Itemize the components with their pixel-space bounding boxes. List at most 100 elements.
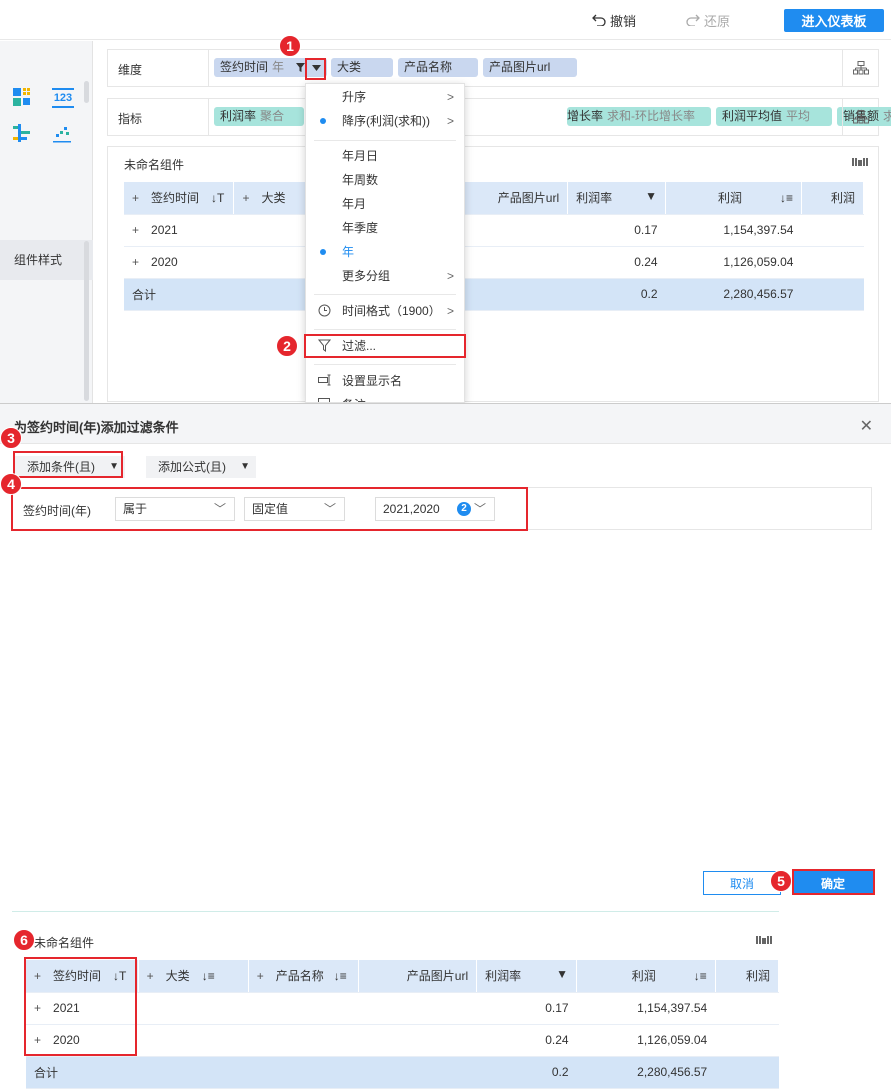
table-header-row: + 签约时间 ↓T + 大类 产品图片url 利润率 ▼ 利润 ↓≡ 利润 <box>124 182 865 215</box>
dim-chip-product-name[interactable]: 产品名称 <box>398 58 478 77</box>
dim-chip-category[interactable]: 大类 <box>331 58 393 77</box>
caret-down-icon[interactable]: ▼ <box>556 967 568 981</box>
col-header-image-url[interactable]: 产品图片url <box>358 960 478 993</box>
metric-chip-growth-rate[interactable]: 增长率 求和-环比增长率 <box>567 107 711 126</box>
menu-item-year-week[interactable]: 年周数 <box>306 168 464 192</box>
component-title: 未命名组件 <box>124 158 185 172</box>
menu-item-remark[interactable]: 备注 <box>306 393 464 402</box>
metric-drop-area[interactable]: 利润率聚合 增长率求和-环比增长率 利润平均值平均 销售额求和 <box>208 99 891 135</box>
menu-item-year[interactable]: 年 <box>306 240 464 264</box>
top-toolbar: 撤销 还原 进入仪表板 <box>0 0 891 40</box>
annotation-badge-5: 5 <box>770 870 792 892</box>
hierarchy-icon <box>852 110 869 124</box>
grid-table-icon[interactable] <box>12 87 32 107</box>
expand-icon[interactable]: + <box>132 223 139 237</box>
header-text: 大类 <box>261 191 286 206</box>
undo-label: 撤销 <box>610 13 637 29</box>
menu-item-ymd[interactable]: 年月日 <box>306 144 464 168</box>
hierarchy-icon <box>852 61 869 75</box>
caret-down-icon[interactable]: ▼ <box>645 189 657 203</box>
bar-group-icon[interactable] <box>12 123 32 143</box>
col-header-profit-rate[interactable]: 利润率 ▼ <box>476 960 578 993</box>
sort-icon[interactable]: ↓T <box>211 191 224 205</box>
col-header-profit-2[interactable]: 利润 <box>801 182 865 215</box>
number-kpi-icon[interactable]: 123 <box>52 88 74 108</box>
sort-desc-icon[interactable]: ↓≡ <box>694 969 707 983</box>
menu-item-ascending[interactable]: 升序 > <box>306 85 464 109</box>
cell-text: 2021 <box>151 223 178 237</box>
dialog-title: 为签约时间(年)添加过滤条件 <box>14 420 179 435</box>
sort-desc-icon[interactable]: ↓≡ <box>780 191 793 205</box>
chart-resize-icon[interactable] <box>756 935 772 945</box>
col-header-sign-time[interactable]: + 签约时间 ↓T <box>124 182 235 215</box>
cell-empty <box>248 992 359 1025</box>
header-text: 利润 <box>631 969 656 984</box>
expand-icon[interactable]: + <box>147 969 154 983</box>
menu-label: 时间格式（1900） <box>342 304 441 318</box>
header-text: 利润率 <box>485 969 522 984</box>
annotation-box-1 <box>305 58 326 80</box>
cell-profit: 1,126,059.04 <box>665 246 802 279</box>
menu-item-descending[interactable]: 降序(利润(求和)) > <box>306 109 464 133</box>
add-formula-button[interactable]: 添加公式(且) ▼ <box>146 456 256 478</box>
enter-dashboard-button[interactable]: 进入仪表板 <box>784 9 884 32</box>
menu-item-time-format[interactable]: 时间格式（1900） > <box>306 299 464 323</box>
cell-empty <box>138 1024 249 1057</box>
expand-icon[interactable]: + <box>132 255 139 269</box>
cell-profit: 1,126,059.04 <box>576 1024 716 1057</box>
table-row: +2021 0.17 1,154,397.54 <box>26 992 779 1025</box>
expand-icon[interactable]: + <box>132 191 139 205</box>
component-style-tab[interactable]: 组件样式 <box>0 240 93 280</box>
menu-item-display-name[interactable]: 设置显示名 <box>306 369 464 393</box>
annotation-badge-2: 2 <box>276 335 298 357</box>
header-text: 产品名称 <box>275 969 324 984</box>
left-panel: 123 组件样式 <box>0 41 93 403</box>
cell-profit: 1,154,397.54 <box>665 214 802 247</box>
col-header-profit-2[interactable]: 利润 <box>715 960 780 993</box>
redo-button[interactable]: 还原 <box>686 11 730 29</box>
annotation-box-2 <box>304 334 466 358</box>
close-icon[interactable]: ✕ <box>860 416 873 436</box>
chart-type-scrollbar[interactable] <box>84 81 89 103</box>
header-text: 产品图片url <box>406 969 469 984</box>
dimension-drop-area[interactable]: 签约时间年 大类 产品名称 产品图片url <box>208 50 844 86</box>
col-header-category[interactable]: + 大类 <box>233 182 307 215</box>
col-header-product-name[interactable]: + 产品名称 ↓≡ <box>248 960 359 993</box>
header-text: 签约时间 <box>151 191 200 206</box>
col-header-profit[interactable]: 利润 ↓≡ <box>576 960 716 993</box>
menu-item-year-month[interactable]: 年月 <box>306 192 464 216</box>
metric-chip-profit-rate[interactable]: 利润率 聚合 <box>214 107 304 126</box>
header-text: 利润 <box>745 969 770 984</box>
metric-settings[interactable] <box>842 99 878 135</box>
annotation-badge-3: 3 <box>0 427 22 449</box>
annotation-box-6 <box>24 957 137 1056</box>
sort-desc-icon[interactable]: ↓≡ <box>202 969 215 983</box>
header-text: 大类 <box>165 969 190 984</box>
dim-chip-product-image-url[interactable]: 产品图片url <box>483 58 577 77</box>
chip-sub: 求和 <box>883 109 891 123</box>
dimension-settings[interactable] <box>842 50 878 86</box>
chart-resize-icon[interactable] <box>852 157 868 167</box>
annotation-badge-1: 1 <box>279 35 301 57</box>
expand-icon[interactable]: + <box>242 191 249 205</box>
metric-chip-profit-avg[interactable]: 利润平均值 平均 <box>716 107 832 126</box>
col-header-profit[interactable]: 利润 ↓≡ <box>665 182 802 215</box>
cell-rate: 0.24 <box>567 246 666 279</box>
undo-button[interactable]: 撤销 <box>592 11 636 29</box>
dialog-header: 为签约时间(年)添加过滤条件 ✕ <box>0 404 891 444</box>
menu-item-year-quarter[interactable]: 年季度 <box>306 216 464 240</box>
chevron-right-icon: > <box>446 304 454 318</box>
col-header-category[interactable]: + 大类 ↓≡ <box>138 960 249 993</box>
dimension-row: 维度 签约时间年 大类 产品名称 产品图片url <box>107 49 879 87</box>
sort-desc-icon[interactable]: ↓≡ <box>334 969 347 983</box>
cell-empty <box>233 278 306 311</box>
expand-icon[interactable]: + <box>257 969 264 983</box>
chip-sub: 平均 <box>786 109 811 123</box>
preview-table: + 签约时间 ↓T + 大类 ↓≡ + 产品名称 ↓≡ 产品图片url 利润率 ▼ 利润 ↓≡ … <box>26 960 780 1089</box>
scatter-icon[interactable] <box>52 123 72 143</box>
style-scrollbar[interactable] <box>84 241 89 401</box>
col-header-profit-rate[interactable]: 利润率 ▼ <box>567 182 667 215</box>
menu-item-more-groups[interactable]: 更多分组 > <box>306 264 464 288</box>
component-table: + 签约时间 ↓T + 大类 产品图片url 利润率 ▼ 利润 ↓≡ 利润 +2021 0… <box>124 182 865 311</box>
cell-text: 2020 <box>151 255 178 269</box>
